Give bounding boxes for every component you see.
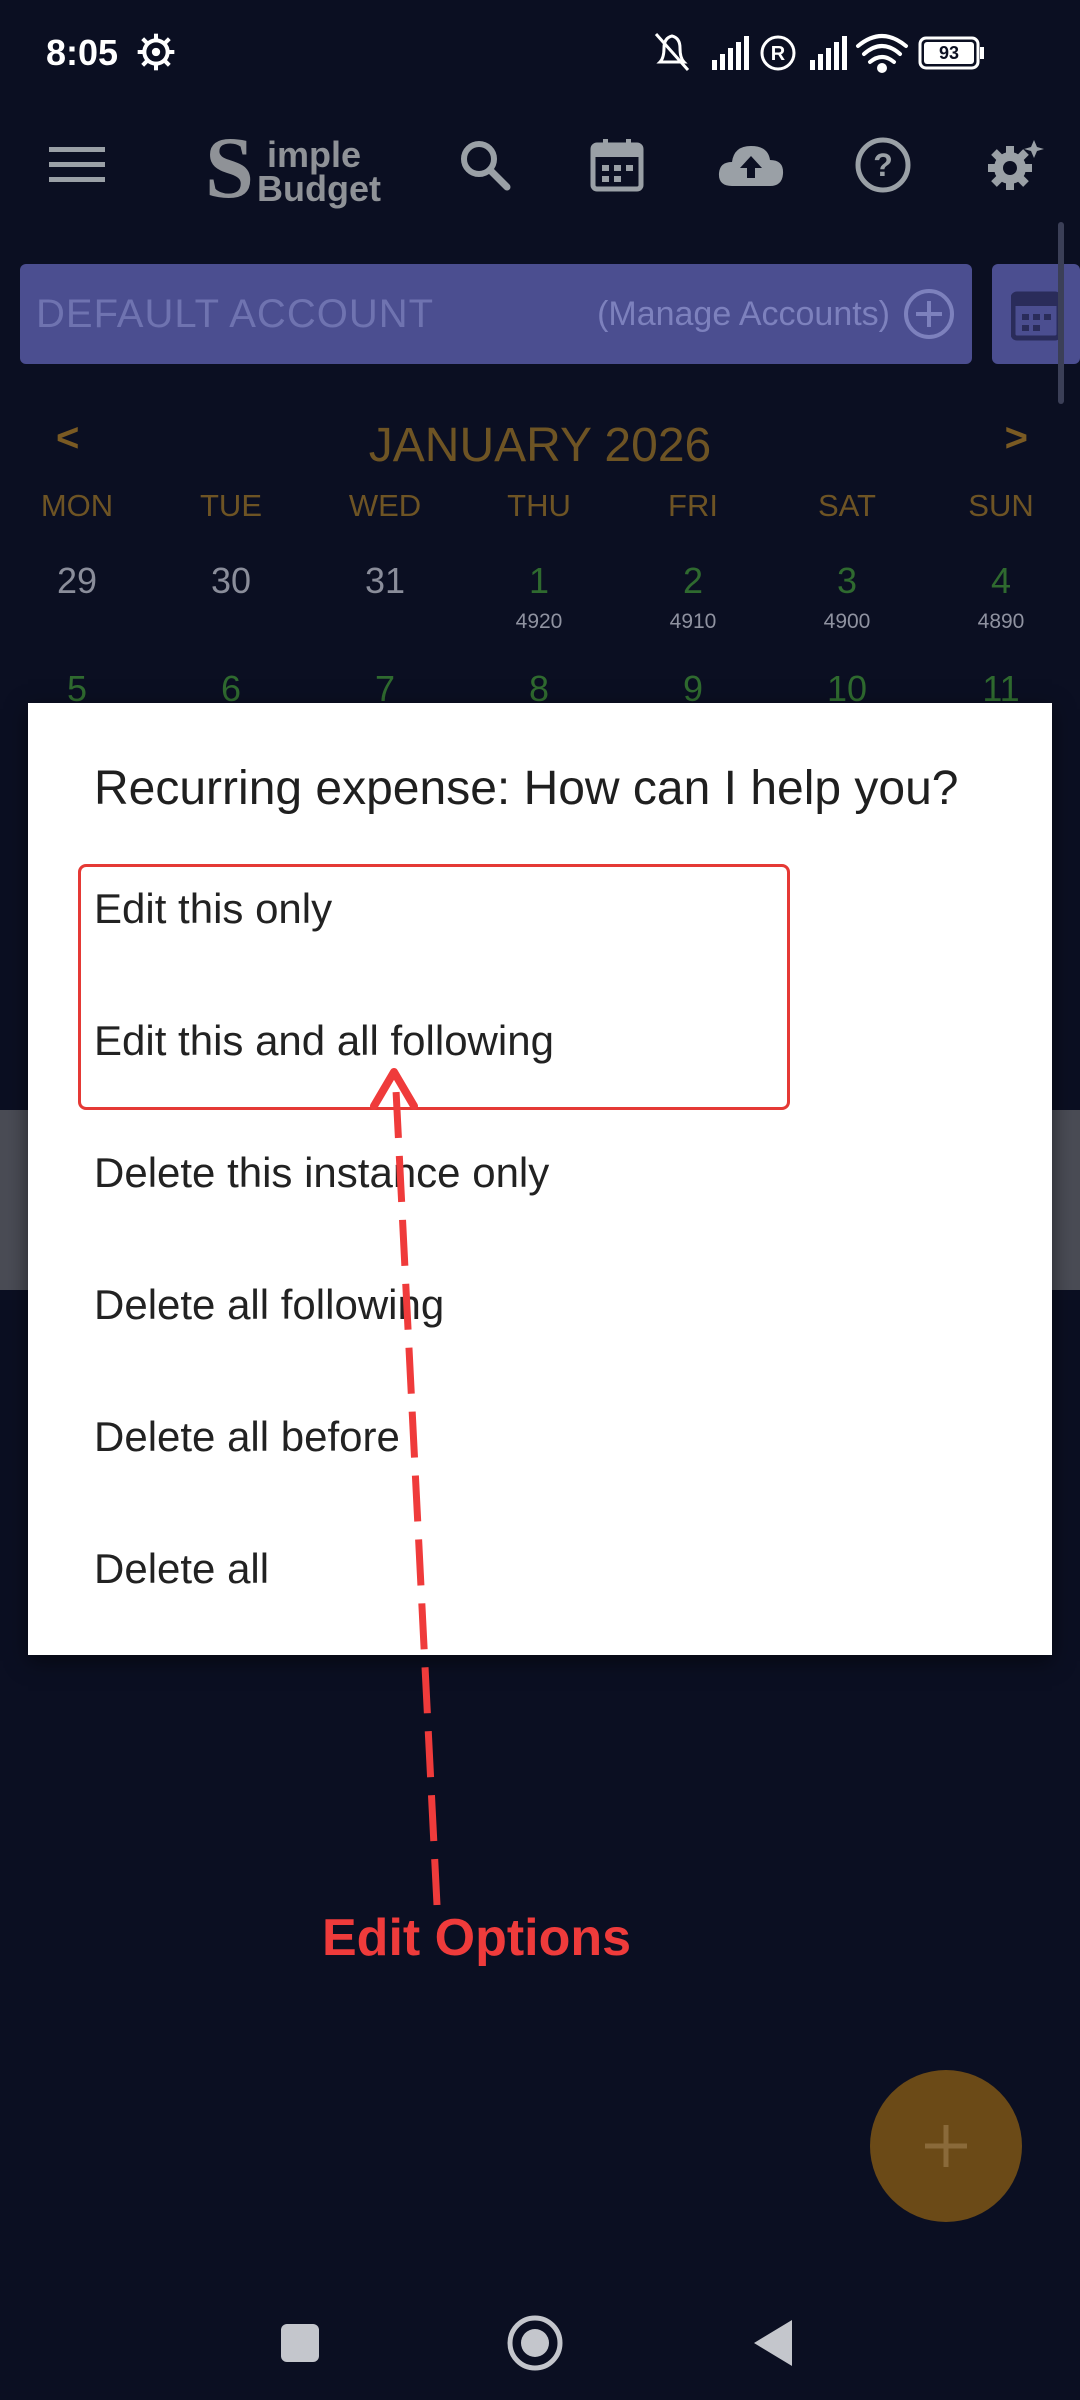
weekday-label: TUE [200,488,262,523]
day-balance: 4900 [823,610,871,633]
scroll-indicator [1058,222,1064,404]
day-number: 29 [56,560,98,601]
day-number: 30 [210,560,252,601]
menu-button[interactable] [32,110,122,220]
add-transaction-button[interactable] [870,2070,1022,2222]
calendar-icon [590,139,644,192]
calendar-day[interactable]: 3 4900 [770,560,924,634]
status-time: 8:05 [46,32,119,73]
recurring-expense-dialog: Recurring expense: How can I help you? E… [28,703,1052,1655]
weekday-label: SAT [818,488,876,523]
weekday-label: FRI [668,488,718,523]
option-delete-all[interactable]: Delete all [94,1545,269,1593]
day-balance: 4890 [977,610,1025,633]
signal-icon [712,36,749,70]
calendar-day[interactable]: 1 4920 [462,560,616,634]
wifi-icon [856,34,908,73]
option-delete-this-instance[interactable]: Delete this instance only [94,1149,549,1197]
svg-text:S: S [205,125,254,210]
weekday-label: WED [348,488,422,523]
signal-icon-2 [810,36,847,70]
calendar-day[interactable]: 31 [308,560,462,602]
calendar-day[interactable]: 30 [154,560,308,602]
back-button[interactable] [738,2308,808,2378]
next-month-button[interactable]: > [1005,416,1028,461]
annotation-label: Edit Options [322,1909,632,1967]
battery-level: 93 [939,43,959,63]
search-button[interactable] [440,110,530,220]
account-selector[interactable]: DEFAULT ACCOUNT (Manage Accounts) [20,264,972,364]
roaming-icon: R [760,35,796,71]
square-icon [281,2324,319,2362]
settings-status-icon [137,33,175,71]
battery-icon: 93 [918,36,984,70]
calendar-day[interactable]: 2 4910 [616,560,770,634]
calendar-small-icon [1011,291,1061,341]
plus-icon [925,2125,967,2167]
day-number: 4 [990,560,1012,601]
calendar-view-button[interactable] [992,264,1080,364]
back-triangle-icon [754,2320,792,2366]
home-circle-icon [507,2315,563,2371]
status-bar: 8:05 R 93 [0,0,1080,105]
search-icon [461,141,511,191]
menu-icon [49,147,105,182]
settings-icon [988,140,1044,190]
simple-budget-logo: S imple Budget [205,125,381,210]
day-number: 1 [528,560,550,601]
day-balance: 4910 [669,610,717,633]
app-bar: ? [0,110,1080,230]
option-delete-all-following[interactable]: Delete all following [94,1281,444,1329]
system-navigation-bar [0,2290,1080,2400]
weekday-header: MON TUE WED THU FRI SAT SUN [0,488,1080,528]
calendar-button[interactable] [572,110,662,220]
month-navigation: < JANUARY 2026 > [0,410,1080,480]
help-icon: ? [855,137,911,193]
weekday-label: SUN [968,488,1034,523]
svg-text:R: R [771,43,786,65]
home-button[interactable] [500,2308,570,2378]
settings-button[interactable] [970,110,1060,220]
calendar-day[interactable]: 29 [0,560,154,602]
weekday-label: THU [507,488,571,523]
cloud-upload-button[interactable] [706,110,796,220]
account-name: DEFAULT ACCOUNT [36,291,435,336]
dialog-title: Recurring expense: How can I help you? [94,762,959,815]
app-screen: 8:05 R 93 ? S imple Budget DEFAULT ACCOU… [0,0,1080,2400]
month-title: JANUARY 2026 [368,419,712,472]
day-number: 2 [682,560,704,601]
option-edit-this-and-following[interactable]: Edit this and all following [94,1017,554,1065]
svg-text:Budget: Budget [257,168,381,209]
recents-button[interactable] [265,2308,335,2378]
manage-accounts-button[interactable]: (Manage Accounts) [597,287,956,341]
option-delete-all-before[interactable]: Delete all before [94,1413,400,1461]
day-number: 31 [364,560,406,601]
day-number: 3 [836,560,858,601]
day-balance: 4920 [515,610,563,633]
status-indicators: R 93 [654,33,984,73]
cloud-upload-icon [718,146,784,186]
mute-icon [654,33,690,71]
weekday-label: MON [40,488,114,523]
option-edit-this-only[interactable]: Edit this only [94,885,332,933]
manage-accounts-label: (Manage Accounts) [597,294,890,333]
calendar-day[interactable]: 4 4890 [924,560,1078,634]
svg-text:?: ? [873,147,893,183]
help-button[interactable]: ? [838,110,928,220]
add-circle-icon [904,289,954,339]
